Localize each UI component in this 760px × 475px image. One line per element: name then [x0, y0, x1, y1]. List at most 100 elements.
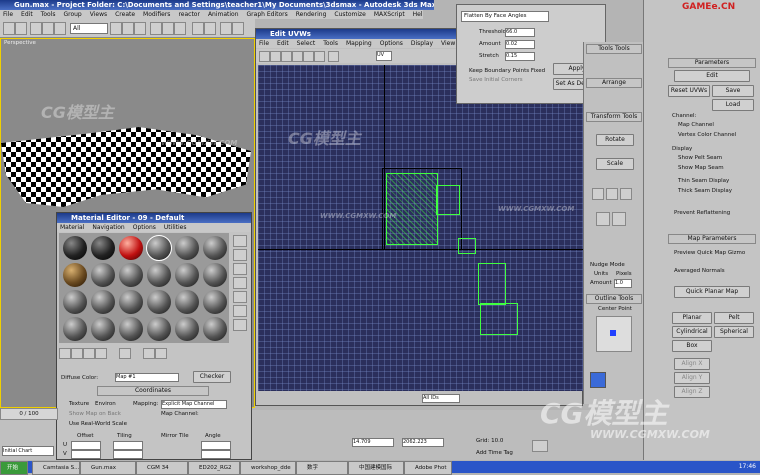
material-sample-slot[interactable] — [203, 263, 227, 287]
scale-icon[interactable] — [281, 51, 292, 62]
angle-u-field[interactable] — [201, 441, 231, 450]
go-forward-icon[interactable] — [155, 348, 167, 359]
snap-icon[interactable] — [192, 22, 204, 35]
uv-rotate-button[interactable]: Rotate — [596, 134, 634, 146]
max-menu-item[interactable]: File — [3, 11, 13, 18]
amount-field[interactable]: 0.02 — [505, 40, 535, 49]
material-sample-slot[interactable] — [203, 317, 227, 341]
tools-rollout-title[interactable]: Tools Tools — [586, 44, 642, 54]
spherical-button[interactable]: Spherical — [714, 326, 754, 338]
material-sample-slot[interactable] — [175, 290, 199, 314]
map-name-field[interactable]: Map #1 — [115, 373, 179, 382]
uv-grid-canvas[interactable]: CG模型主 WWW.CGMXW.COM — [258, 65, 583, 391]
key-icon[interactable] — [532, 440, 548, 452]
unlink-icon[interactable] — [42, 22, 54, 35]
material-menu-item[interactable]: Navigation — [92, 224, 124, 231]
material-menu-item[interactable]: Options — [133, 224, 156, 231]
material-sample-slot[interactable] — [147, 263, 171, 287]
threshold-field[interactable]: 66.0 — [505, 28, 535, 37]
link-icon[interactable] — [30, 22, 42, 35]
align-z-button[interactable]: Align Z — [674, 386, 710, 398]
freeform-icon[interactable] — [292, 51, 303, 62]
get-material-icon[interactable] — [59, 348, 71, 359]
sample-type-icon[interactable] — [233, 235, 247, 247]
align-y-button[interactable]: Align Y — [674, 372, 710, 384]
uv-shell-small[interactable] — [436, 185, 460, 215]
material-menu-item[interactable]: Material — [60, 224, 84, 231]
uv-shell-main[interactable] — [386, 173, 438, 245]
prevent-reflattening-checkbox[interactable]: Prevent Reflattening — [674, 210, 730, 216]
max-menu-item[interactable]: Views — [90, 11, 107, 18]
uv-menu-item[interactable]: Select — [297, 40, 316, 47]
material-sample-slot[interactable] — [91, 236, 115, 260]
uv-menu-item[interactable]: File — [259, 40, 269, 47]
edit-button[interactable]: Edit — [674, 70, 750, 82]
parameters-title[interactable]: Parameters — [668, 58, 756, 68]
go-to-parent-icon[interactable] — [143, 348, 155, 359]
save-initial-corners-checkbox[interactable]: Save Initial Corners — [469, 77, 523, 83]
uv-tiling-icon[interactable] — [233, 277, 247, 289]
offset-v-field[interactable] — [71, 450, 101, 459]
max-menu-item[interactable]: Help — [413, 11, 423, 18]
nudge-amount-field[interactable]: 1.0 — [614, 279, 632, 288]
reset-uvws-button[interactable]: Reset UVWs — [668, 85, 710, 97]
weld-icon[interactable] — [612, 212, 626, 226]
pelt-button[interactable]: Pelt — [714, 312, 754, 324]
map-channel-radio[interactable]: Map Channel — [678, 122, 714, 128]
stretch-field[interactable]: 0.15 — [505, 52, 535, 61]
uv-menu-item[interactable]: View — [441, 40, 455, 47]
bind-icon[interactable] — [54, 22, 66, 35]
material-sample-slot[interactable] — [175, 263, 199, 287]
material-sample-slot[interactable] — [91, 290, 115, 314]
region-select-icon[interactable] — [134, 22, 146, 35]
texture-radio[interactable]: Texture — [69, 401, 89, 407]
pixels-radio[interactable]: Pixels — [616, 271, 632, 277]
keep-boundary-checkbox[interactable]: Keep Boundary Points Fixed — [469, 68, 545, 74]
angle-v-field[interactable] — [201, 450, 231, 459]
background-icon[interactable] — [233, 263, 247, 275]
thick-seam-radio[interactable]: Thick Seam Display — [678, 188, 732, 194]
map-parameters-title[interactable]: Map Parameters — [668, 234, 756, 244]
save-button[interactable]: Save — [712, 85, 754, 97]
redo-icon[interactable] — [15, 22, 27, 35]
mapping-dropdown[interactable]: Explicit Map Channel — [161, 400, 227, 409]
scale-icon[interactable] — [174, 22, 186, 35]
environ-radio[interactable]: Environ — [95, 401, 116, 407]
undo-icon[interactable] — [3, 22, 15, 35]
max-menu-item[interactable]: Rendering — [296, 11, 327, 18]
max-menu-item[interactable]: Animation — [208, 11, 239, 18]
material-sample-slot[interactable] — [63, 290, 87, 314]
material-sample-slot[interactable] — [203, 290, 227, 314]
uv-menu-item[interactable]: Display — [411, 40, 433, 47]
mirror-icon[interactable] — [303, 51, 314, 62]
material-sample-slot[interactable] — [147, 290, 171, 314]
make-preview-icon[interactable] — [233, 305, 247, 317]
uv-shell-mid[interactable] — [458, 238, 476, 254]
tiling-u-field[interactable] — [113, 441, 143, 450]
viewport-label[interactable]: Perspective — [4, 40, 36, 46]
material-sample-slot[interactable] — [147, 317, 171, 341]
material-menu-item[interactable]: Utilities — [164, 224, 187, 231]
max-menu-item[interactable]: Customize — [334, 11, 366, 18]
show-map-seam-checkbox[interactable]: Show Map Seam — [678, 165, 724, 171]
material-sample-slot[interactable] — [119, 263, 143, 287]
reset-map-icon[interactable] — [95, 348, 107, 359]
video-color-check-icon[interactable] — [233, 291, 247, 303]
assign-material-icon[interactable] — [83, 348, 95, 359]
mirror-icon[interactable] — [220, 22, 232, 35]
max-menu-item[interactable]: Modifiers — [143, 11, 170, 18]
material-sample-slot[interactable] — [63, 263, 87, 287]
units-radio[interactable]: Units — [594, 271, 608, 277]
rotate-icon[interactable] — [270, 51, 281, 62]
uv-menu-item[interactable]: Mapping — [346, 40, 372, 47]
move-icon[interactable] — [150, 22, 162, 35]
material-sample-slot[interactable] — [146, 235, 172, 261]
selection-filter-dropdown[interactable]: All — [70, 23, 108, 34]
map-ids-dropdown[interactable]: All IDs — [422, 394, 460, 403]
align-center-icon[interactable] — [606, 188, 618, 200]
vertex-color-channel-radio[interactable]: Vertex Color Channel — [678, 132, 736, 138]
add-time-tag-button[interactable]: Add Time Tag — [476, 450, 513, 456]
center-point-grid[interactable] — [596, 316, 632, 352]
material-sample-slot[interactable] — [175, 236, 199, 260]
preview-quick-map-checkbox[interactable]: Preview Quick Map Gizmo — [674, 250, 745, 256]
